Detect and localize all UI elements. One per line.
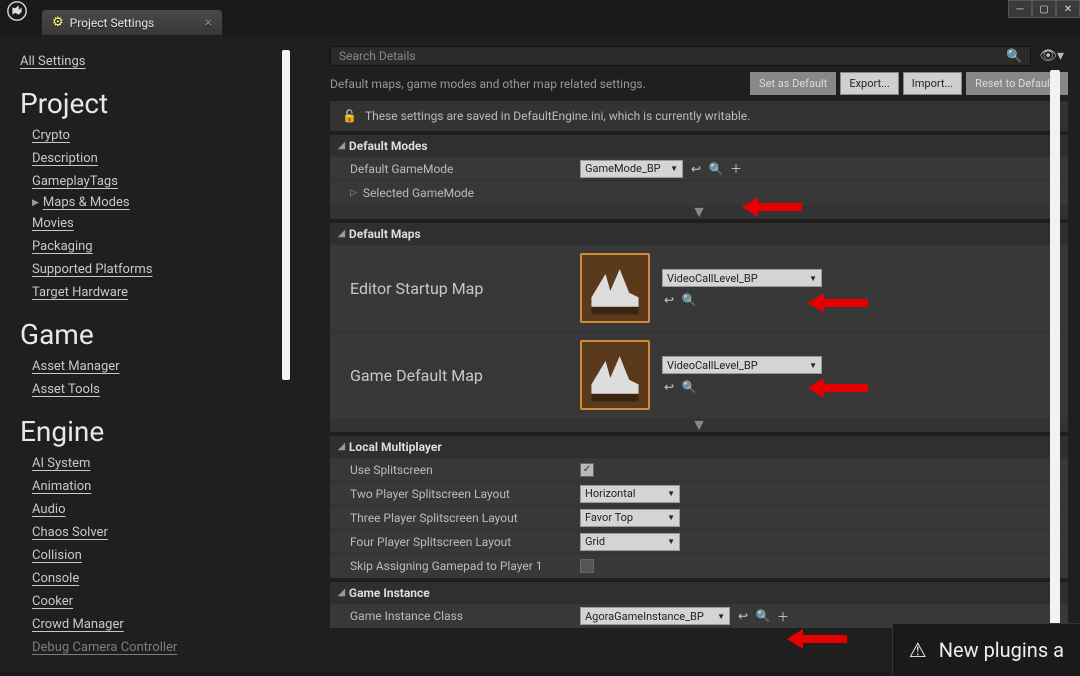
combo-game-instance-class[interactable]: AgoraGameInstance_BP▼ xyxy=(580,607,730,625)
tab-label: Project Settings xyxy=(70,16,155,30)
section-default-modes[interactable]: ◢Default Modes xyxy=(330,135,1068,157)
info-bar: 🔓 These settings are saved in DefaultEng… xyxy=(330,101,1068,131)
map-thumbnail[interactable] xyxy=(580,340,650,410)
sidebar-scrollbar[interactable] xyxy=(282,50,290,380)
combo-three-player-layout[interactable]: Favor Top▼ xyxy=(580,509,680,527)
label-four-player-layout: Four Player Splitscreen Layout xyxy=(350,535,580,549)
collapse-icon: ◢ xyxy=(338,229,345,239)
content-scrollbar[interactable] xyxy=(1050,70,1060,660)
label-two-player-layout: Two Player Splitscreen Layout xyxy=(350,487,580,501)
browse-icon[interactable]: 🔍 xyxy=(682,380,696,394)
sidebar-item-console[interactable]: Console xyxy=(32,567,286,590)
label-use-splitscreen: Use Splitscreen xyxy=(350,463,580,477)
combo-two-player-layout[interactable]: Horizontal▼ xyxy=(580,485,680,503)
reset-arrow-icon[interactable]: ↩ xyxy=(689,162,703,176)
section-default-maps[interactable]: ◢Default Maps xyxy=(330,223,1068,245)
sidebar-item-asset-tools[interactable]: Asset Tools xyxy=(32,378,286,401)
map-thumbnail[interactable] xyxy=(580,253,650,323)
close-button[interactable]: ✕ xyxy=(1056,0,1080,18)
new-plugins-toast[interactable]: ⚠ New plugins a xyxy=(892,623,1080,676)
reset-arrow-icon[interactable]: ↩ xyxy=(662,293,676,307)
sidebar-item-gameplaytags[interactable]: GameplayTags xyxy=(32,170,286,193)
browse-icon[interactable]: 🔍 xyxy=(756,609,770,623)
expand-bar[interactable]: ▼ xyxy=(330,205,1068,219)
info-text: These settings are saved in DefaultEngin… xyxy=(365,109,750,123)
sidebar-item-chaos-solver[interactable]: Chaos Solver xyxy=(32,521,286,544)
label-editor-startup-map: Editor Startup Map xyxy=(350,279,580,298)
sidebar-heading-game: Game xyxy=(20,318,286,351)
collapse-icon: ◢ xyxy=(338,141,345,151)
browse-icon[interactable]: 🔍 xyxy=(682,293,696,307)
sidebar-item-cooker[interactable]: Cooker xyxy=(32,590,286,613)
set-default-button[interactable]: Set as Default xyxy=(750,72,836,95)
sidebar-item-animation[interactable]: Animation xyxy=(32,475,286,498)
sidebar-heading-engine: Engine xyxy=(20,415,286,448)
combo-default-gamemode[interactable]: GameMode_BP▼ xyxy=(580,160,683,178)
sidebar-item-crypto[interactable]: Crypto xyxy=(32,124,286,147)
reset-arrow-icon[interactable]: ↩ xyxy=(662,380,676,394)
label-three-player-layout: Three Player Splitscreen Layout xyxy=(350,511,580,525)
add-icon[interactable]: ＋ xyxy=(776,609,790,623)
tab-project-settings[interactable]: ⚙ Project Settings xyxy=(42,10,222,35)
sidebar-item-crowd-manager[interactable]: Crowd Manager xyxy=(32,613,286,636)
combo-editor-startup-map[interactable]: VideoCallLevel_BP▼ xyxy=(662,269,822,287)
sidebar-item-movies[interactable]: Movies xyxy=(32,212,286,235)
combo-game-default-map[interactable]: VideoCallLevel_BP▼ xyxy=(662,356,822,374)
sidebar-all-settings[interactable]: All Settings xyxy=(20,50,286,73)
collapse-icon: ◢ xyxy=(338,442,345,452)
sidebar-heading-project: Project xyxy=(20,87,286,120)
export-button[interactable]: Export... xyxy=(840,72,898,95)
unlock-icon: 🔓 xyxy=(342,109,357,123)
sidebar-item-debug-camera[interactable]: Debug Camera Controller xyxy=(32,636,286,659)
sidebar-item-asset-manager[interactable]: Asset Manager xyxy=(32,355,286,378)
add-icon[interactable]: ＋ xyxy=(729,162,743,176)
sidebar-item-target-hardware[interactable]: Target Hardware xyxy=(32,281,286,304)
maximize-button[interactable]: ▢ xyxy=(1032,0,1056,18)
label-skip-gamepad: Skip Assigning Gamepad to Player 1 xyxy=(350,559,580,573)
section-description: Default maps, game modes and other map r… xyxy=(330,77,646,91)
browse-icon[interactable]: 🔍 xyxy=(709,162,723,176)
import-button[interactable]: Import... xyxy=(903,72,962,95)
sidebar-item-collision[interactable]: Collision xyxy=(32,544,286,567)
sidebar-item-supported-platforms[interactable]: Supported Platforms xyxy=(32,258,286,281)
label-game-default-map: Game Default Map xyxy=(350,366,580,385)
section-game-instance[interactable]: ◢Game Instance xyxy=(330,582,1068,604)
checkbox-skip-gamepad[interactable] xyxy=(580,559,594,573)
search-input[interactable]: Search Details 🔍 xyxy=(330,46,1031,66)
label-default-gamemode: Default GameMode xyxy=(350,162,580,176)
expand-bar[interactable]: ▼ xyxy=(330,418,1068,432)
warning-icon: ⚠ xyxy=(909,638,927,662)
combo-four-player-layout[interactable]: Grid▼ xyxy=(580,533,680,551)
label-game-instance-class: Game Instance Class xyxy=(350,609,580,623)
reset-arrow-icon[interactable]: ↩ xyxy=(736,609,750,623)
search-placeholder: Search Details xyxy=(339,49,416,63)
label-selected-gamemode: Selected GameMode xyxy=(363,186,474,200)
gear-icon: ⚙ xyxy=(52,15,64,30)
collapse-icon: ◢ xyxy=(338,588,345,598)
sidebar-item-description[interactable]: Description xyxy=(32,147,286,170)
triangle-icon: ▶ xyxy=(32,198,39,208)
checkbox-use-splitscreen[interactable]: ✓ xyxy=(580,463,594,477)
eye-icon[interactable]: 👁▾ xyxy=(1035,48,1068,64)
section-local-multiplayer[interactable]: ◢Local Multiplayer xyxy=(330,436,1068,458)
annotation-arrow xyxy=(787,627,847,651)
sidebar-item-packaging[interactable]: Packaging xyxy=(32,235,286,258)
sidebar-item-maps-modes[interactable]: Maps & Modes xyxy=(43,195,130,210)
sidebar-item-ai-system[interactable]: AI System xyxy=(32,452,286,475)
search-icon: 🔍 xyxy=(1006,49,1022,64)
sidebar-item-audio[interactable]: Audio xyxy=(32,498,286,521)
expand-icon[interactable]: ▷ xyxy=(350,188,357,198)
toast-text: New plugins a xyxy=(939,638,1064,662)
minimize-button[interactable]: ─ xyxy=(1008,0,1032,18)
